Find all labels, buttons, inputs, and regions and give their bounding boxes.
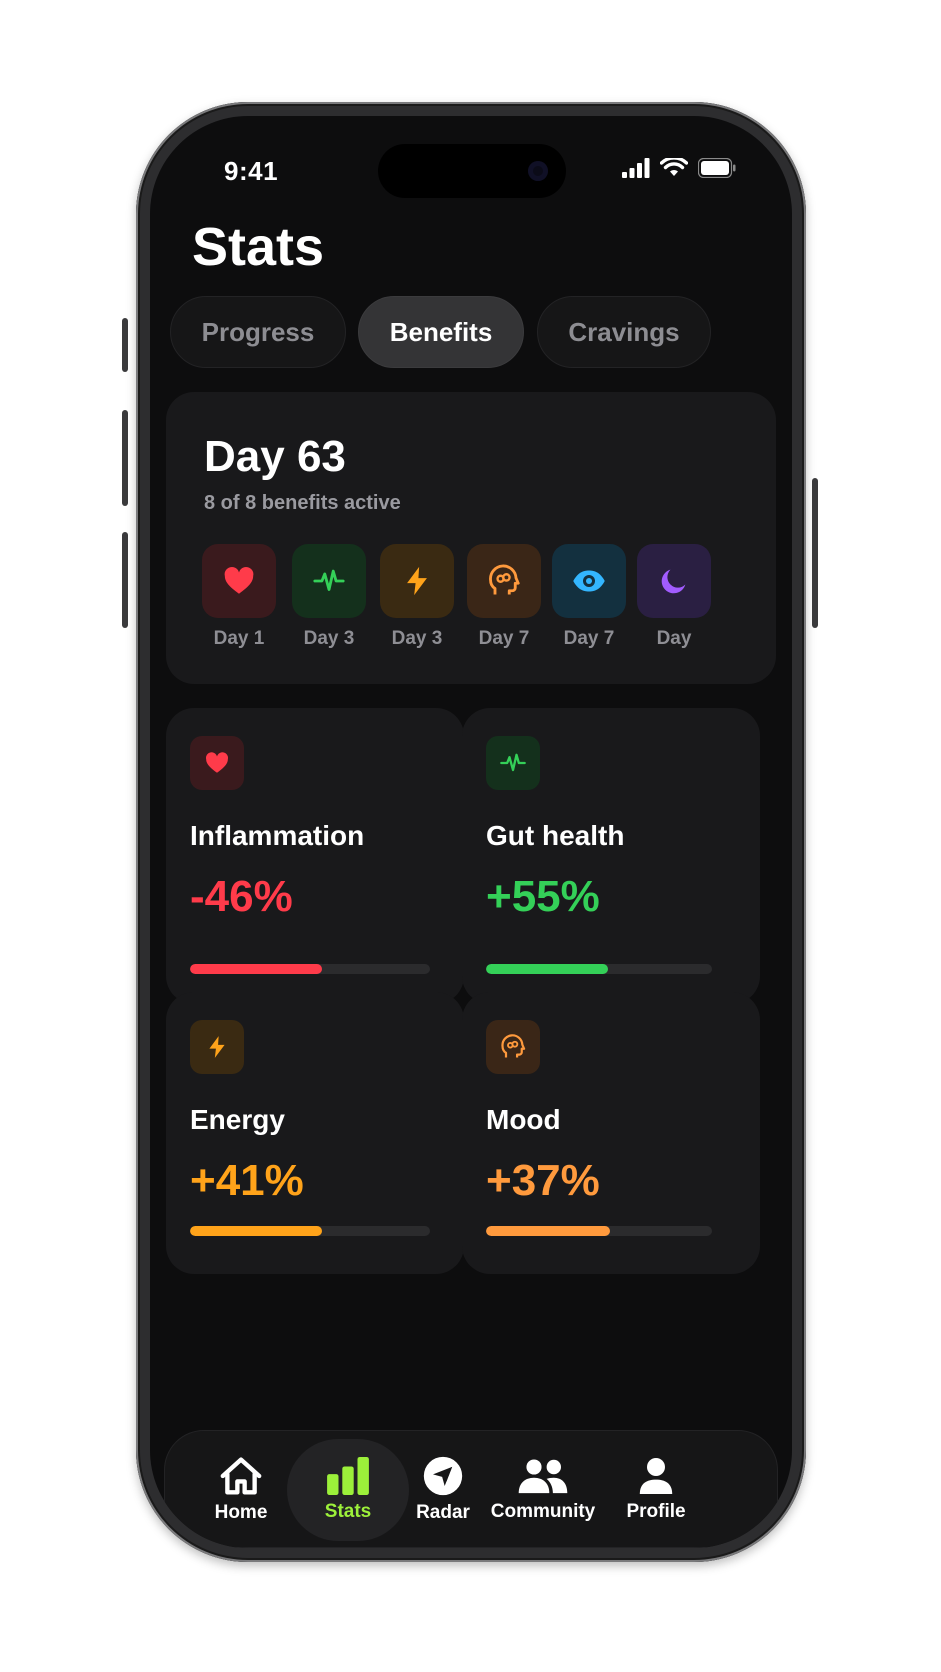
nav-home[interactable]: Home [195,1431,287,1548]
chip-label: Day [656,628,692,649]
nav-label: Community [490,1501,596,1522]
volume-down-button [122,532,128,628]
metric-card-mood[interactable]: Mood +37% [462,992,760,1274]
metric-card-inflammation[interactable]: Inflammation -46% [166,708,464,1004]
metric-icon-bg [486,1020,540,1074]
segment-tabs: Progress Benefits Cravings [170,296,770,368]
pulse-icon [500,753,526,772]
wifi-icon [660,158,688,176]
bottom-tab-bar: Home Stats Radar Community Profile [164,1430,778,1548]
dynamic-island [378,144,566,198]
moon-icon [661,569,686,594]
metric-progress-track [190,964,430,974]
tab-label: Progress [201,316,315,347]
chip-icon-bg [380,544,454,618]
metric-name: Energy [190,1104,285,1135]
status-time: 9:41 [224,156,279,186]
heart-icon [206,752,229,773]
metric-name: Inflammation [190,820,365,851]
front-camera [528,161,548,181]
chip-label: Day 3 [303,628,355,649]
tab-benefits[interactable]: Benefits [358,296,524,368]
day-counter: Day 63 [204,432,346,481]
tab-cravings[interactable]: Cravings [537,296,711,368]
page-title: Stats [192,217,325,277]
bolt-icon [407,566,427,596]
metric-value: -46% [190,872,293,921]
home-icon [220,1457,262,1495]
metric-progress-fill [190,964,322,974]
action-button [122,318,128,372]
nav-profile[interactable]: Profile [609,1431,703,1548]
heart-icon [224,566,254,594]
battery-icon [698,158,736,178]
metric-icon-bg [486,736,540,790]
nav-radar[interactable]: Radar [397,1431,489,1548]
metric-value: +55% [486,872,600,921]
metric-progress-fill [190,1226,322,1236]
people-icon [518,1459,568,1494]
metric-progress-track [486,964,712,974]
volume-up-button [122,410,128,506]
metric-progress-track [190,1226,430,1236]
chip-label: Day 1 [213,628,265,649]
nav-stats[interactable]: Stats [287,1431,409,1548]
benefit-chip[interactable]: Day 1 [202,544,276,650]
brain-head-icon [501,1034,526,1058]
chip-label: Day 7 [478,628,530,649]
chip-icon-bg [467,544,541,618]
navigation-arrow-icon [423,1456,463,1496]
tab-label: Cravings [568,316,680,347]
power-button [812,478,818,628]
chip-label: Day 3 [391,628,443,649]
benefit-chip[interactable]: Day 7 [552,544,626,650]
bolt-icon [209,1036,225,1058]
chip-icon-bg [637,544,711,618]
nav-label: Home [214,1502,268,1523]
pulse-icon [313,569,345,591]
eye-icon [573,570,605,592]
metric-name: Mood [486,1104,561,1135]
metric-progress-track [486,1226,712,1236]
bar-chart-icon [327,1457,369,1495]
app-screen: 9:41 Stats Progress Benefits Cravings Da… [150,116,792,1548]
tab-label: Benefits [389,316,493,347]
chip-label: Day 7 [563,628,615,649]
metric-card-energy[interactable]: Energy +41% [166,992,464,1274]
benefit-chip[interactable]: Day 3 [380,544,454,650]
benefit-chip[interactable]: Day 3 [292,544,366,650]
benefit-chip[interactable]: Day [637,544,711,650]
chip-icon-bg [202,544,276,618]
person-icon [639,1458,673,1494]
brain-head-icon [489,564,520,595]
nav-label: Stats [324,1501,372,1522]
metric-value: +41% [190,1156,304,1205]
chip-icon-bg [292,544,366,618]
metric-icon-bg [190,736,244,790]
chip-icon-bg [552,544,626,618]
metric-value: +37% [486,1156,600,1205]
day-summary-card: Day 63 8 of 8 benefits active Day 1 Day … [166,392,776,684]
status-icons [622,158,736,178]
benefit-timeline[interactable]: Day 1 Day 3 Day 3 Day 7 Day 7 Day [166,544,744,664]
nav-community[interactable]: Community [485,1431,601,1548]
benefit-chip[interactable]: Day 7 [467,544,541,650]
metric-progress-fill [486,964,609,974]
signal-icon [622,158,650,178]
tab-progress[interactable]: Progress [170,296,346,368]
metric-card-gut-health[interactable]: Gut health +55% [462,708,760,1004]
metric-progress-fill [486,1226,611,1236]
nav-label: Profile [626,1501,686,1522]
metric-icon-bg [190,1020,244,1074]
benefits-active-count: 8 of 8 benefits active [204,492,401,514]
metric-name: Gut health [486,820,625,851]
nav-label: Radar [416,1502,470,1523]
